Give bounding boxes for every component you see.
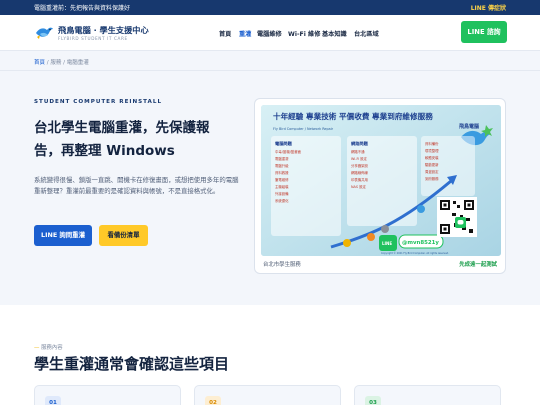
- service-number-badge: 02: [205, 396, 221, 405]
- poster-item: 周邊設定: [425, 169, 439, 174]
- poster-item: 主機組裝: [275, 184, 289, 189]
- breadcrumb-current: 電腦重灌: [66, 60, 89, 66]
- service-number-badge: 03: [365, 396, 381, 405]
- announcement-text: 電腦重灌前：先把報告與資料保護好: [34, 5, 131, 12]
- nav-pc-repair[interactable]: 電腦維修: [257, 29, 282, 38]
- hero-eyebrow: STUDENT COMPUTER REINSTALL: [34, 99, 163, 105]
- breadcrumb: 首頁 / 服務 / 電腦重灌: [34, 58, 89, 66]
- brand-name[interactable]: 飛鳥電腦 · 學生支援中心: [58, 24, 149, 36]
- poster-brand: 飛鳥電腦: [458, 123, 479, 130]
- nav-wifi-repair[interactable]: Wi-Fi 維修: [288, 29, 320, 38]
- poster-item: 電腦升級: [275, 163, 289, 168]
- poster-line-id: @mvn8521y: [402, 240, 439, 246]
- breadcrumb-home[interactable]: 首頁: [34, 60, 45, 66]
- breadcrumb-separator: /: [63, 60, 65, 66]
- service-number-badge: 01: [45, 396, 61, 405]
- services-eyebrow-label: 服務內容: [41, 345, 63, 351]
- poster-item: 資料救援: [275, 170, 289, 175]
- poster-item: 資料備份: [425, 141, 439, 146]
- top-announcement-bar: 電腦重灌前：先把報告與資料保護好 LINE 傳症狀: [0, 0, 540, 15]
- poster-item: 分享器架設: [351, 163, 369, 168]
- poster-col2-title: 網路問題: [351, 140, 369, 147]
- services-eyebrow: — 服務內容: [34, 343, 63, 351]
- poster-item: 筆電維修: [275, 177, 289, 182]
- services-title: 學生重灌通常會確認這些項目: [34, 355, 230, 373]
- poster-item: 外接設備: [275, 191, 289, 196]
- poster-item: 網路不通: [351, 149, 365, 154]
- service-poster-image: 十年經驗 專業技術 平價收費 專業到府維修服務 Fly Bird Compute…: [261, 105, 501, 256]
- hero-description: 系統變得很慢、鎖版一直跳、開機卡在修復畫面，或想把使用多年的電腦重新整理？重灌前…: [34, 176, 239, 195]
- poster-item: NAS 設定: [351, 184, 366, 189]
- qr-code-icon: [437, 197, 477, 237]
- line-reinstall-button[interactable]: LINE 詢問重灌: [34, 225, 92, 246]
- poster-item: 系統優化: [275, 198, 289, 203]
- poster-headline: 十年經驗 專業技術 平價收費 專業到府維修服務: [273, 111, 433, 121]
- poster-graphic: 十年經驗 專業技術 平價收費 專業到府維修服務 Fly Bird Compute…: [261, 105, 501, 256]
- service-card[interactable]: 01: [34, 385, 181, 405]
- card-action-link[interactable]: 先成遠一起測試: [459, 260, 497, 268]
- poster-col1-title: 電腦問題: [275, 140, 293, 147]
- nav-home[interactable]: 首頁: [219, 29, 231, 38]
- backup-checklist-button[interactable]: 看備份清單: [99, 225, 148, 246]
- nav-basics[interactable]: 基本知識: [322, 29, 347, 38]
- poster-item: 軟體安裝: [425, 155, 439, 160]
- service-card[interactable]: 02: [194, 385, 341, 405]
- page-title: 台北學生電腦重灌，先保護報告，再整理 Windows: [34, 120, 210, 159]
- poster-item: 電腦重灌: [275, 156, 289, 161]
- line-symptom-link[interactable]: LINE 傳症狀: [471, 3, 506, 12]
- service-card[interactable]: 03: [354, 385, 501, 405]
- hero-image-card: 十年經驗 專業技術 平價收費 專業到府維修服務 Fly Bird Compute…: [254, 98, 506, 274]
- bird-logo-icon[interactable]: [34, 24, 54, 41]
- poster-line-badge-text: LINE: [382, 241, 392, 246]
- eyebrow-dash-icon: —: [34, 345, 40, 351]
- poster-subtitle: Fly Bird Computer / Network Repair: [273, 127, 334, 131]
- divider: [0, 70, 540, 71]
- line-consult-button[interactable]: LINE 諮詢: [461, 21, 507, 43]
- nav-reinstall[interactable]: 重灌: [239, 29, 251, 38]
- poster-item: 印表機共用: [351, 177, 368, 182]
- poster-item: 中毒/當機/藍畫面: [275, 149, 302, 154]
- brand-tagline: FLYBIRD STUDENT IT CARE: [58, 36, 128, 41]
- poster-item: 到府服務: [425, 176, 439, 181]
- breadcrumb-separator: /: [46, 60, 49, 66]
- poster-item: 驅動更新: [425, 162, 439, 167]
- poster-item: 網路線佈線: [351, 170, 369, 175]
- site-header: 飛鳥電腦 · 學生支援中心 FLYBIRD STUDENT IT CARE 首頁…: [0, 15, 540, 51]
- poster-copyright: Copyright © 2021 Fly Bird Computer. All …: [381, 252, 449, 255]
- poster-item: Wi-Fi 設定: [351, 156, 368, 161]
- nav-taipei-area[interactable]: 台北區域: [354, 29, 379, 38]
- poster-item: 環境整理: [425, 148, 439, 153]
- card-caption: 台北市學生服務: [263, 262, 301, 268]
- services-section: — 服務內容 學生重灌通常會確認這些項目 01 02 03: [0, 305, 540, 405]
- breadcrumb-service[interactable]: 服務: [50, 60, 61, 66]
